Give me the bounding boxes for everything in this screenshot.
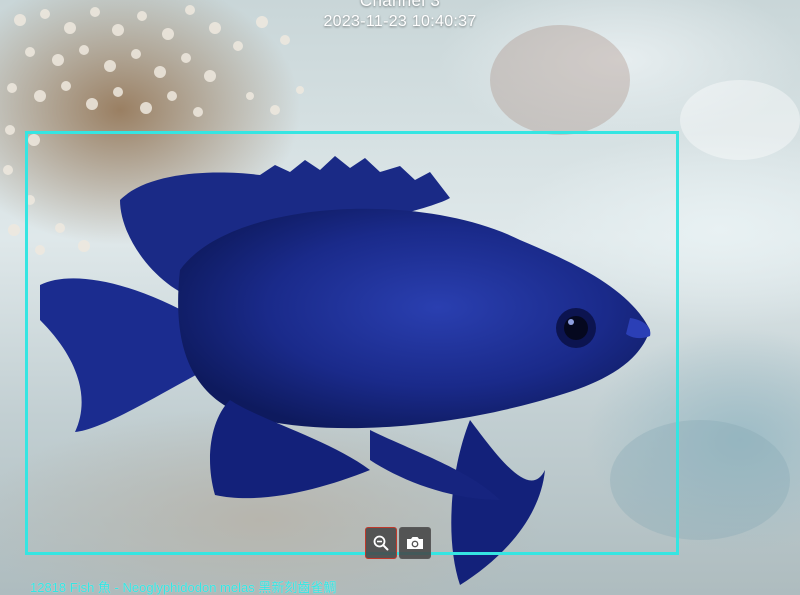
detection-bounding-box xyxy=(25,131,679,555)
camera-icon xyxy=(407,537,423,549)
magnifier-icon xyxy=(373,535,389,551)
camera-viewer: Channel 3 2023-11-23 10:40:37 12818 Fish… xyxy=(0,0,800,595)
channel-title: Channel 3 xyxy=(359,0,441,10)
snapshot-button[interactable] xyxy=(399,527,431,559)
timestamp: 2023-11-23 10:40:37 xyxy=(323,13,477,30)
image-toolbar xyxy=(365,527,431,559)
zoom-button[interactable] xyxy=(365,527,397,559)
detection-label: 12818 Fish 魚 - Neoglyphidodon melas 黑新刻齒… xyxy=(30,580,337,595)
